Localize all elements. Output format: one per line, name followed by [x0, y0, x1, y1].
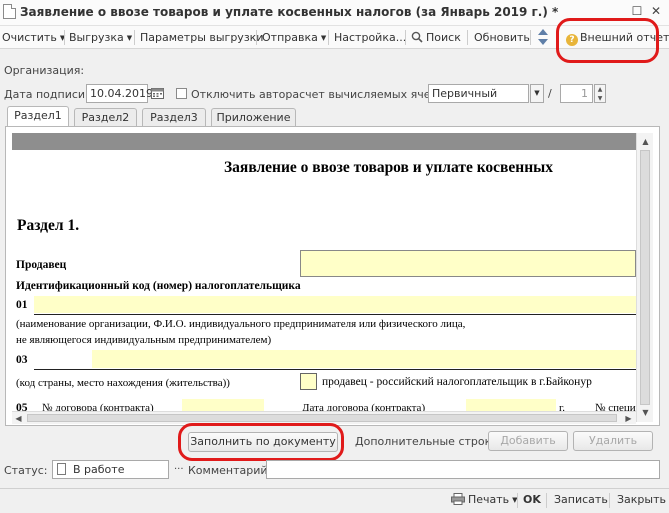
sheet-header-band [12, 133, 636, 150]
baikonur-checkbox[interactable] [300, 373, 317, 390]
sign-date-label: Дата подписи: [4, 88, 89, 101]
row-01-note-2: не являющегося индивидуальным предприним… [16, 334, 272, 346]
additional-rows-label: Дополнительные строки: [355, 435, 503, 448]
status-field[interactable]: В работе [52, 460, 169, 479]
scroll-up-icon: ▲ [642, 137, 649, 146]
record-button[interactable]: Записать [554, 491, 608, 508]
sheet-heading: Заявление о ввозе товаров и уплате косве… [224, 159, 554, 176]
number-stepper[interactable]: ▲ ▼ [594, 84, 606, 103]
document-icon [3, 4, 16, 19]
disable-autocalc-checkbox[interactable] [176, 88, 187, 99]
sort-button[interactable] [537, 28, 549, 45]
row-01-label: 01 [16, 299, 28, 311]
add-row-button[interactable]: Добавить [488, 431, 568, 451]
settings-button[interactable]: Настройка... [334, 29, 406, 46]
export-params-button[interactable]: Параметры выгрузки [140, 29, 263, 46]
seller-label: Продавец [16, 259, 67, 271]
seller-field[interactable] [300, 250, 636, 277]
clear-button[interactable]: Очистить ▼ [2, 29, 65, 46]
highlight-external-report [556, 18, 659, 63]
printer-icon [451, 493, 465, 505]
baikonur-label: продавец - российский налогоплательщик в… [322, 376, 592, 388]
row-03-field[interactable] [92, 350, 636, 368]
send-button[interactable]: Отправка ▼ [262, 29, 326, 46]
refresh-button[interactable]: Обновить [474, 29, 530, 46]
tab-section1[interactable]: Раздел1 [7, 106, 69, 127]
inn-label: Идентификационный код (номер) налогоплат… [16, 280, 301, 292]
search-icon [411, 31, 423, 43]
export-button[interactable]: Выгрузка ▼ [69, 29, 132, 46]
delete-row-button[interactable]: Удалить [573, 431, 653, 451]
close-button[interactable]: Закрыть [617, 491, 666, 508]
status-label: Статус: [4, 464, 48, 477]
tab-section2[interactable]: Раздел2 [74, 108, 137, 126]
scroll-right-icon: ▶ [625, 414, 632, 423]
disable-autocalc-label: Отключить авторасчет вычисляемых ячеек [191, 88, 444, 101]
tab-section3[interactable]: Раздел3 [142, 108, 206, 126]
comment-field[interactable] [266, 460, 660, 479]
row-03-label: 03 [16, 354, 28, 366]
window-title: Заявление о ввозе товаров и уплате косве… [20, 5, 559, 19]
row-01-field[interactable] [34, 296, 636, 313]
organization-label: Организация: [4, 64, 85, 77]
spreadsheet[interactable]: Заявление о ввозе товаров и уплате косве… [12, 133, 636, 423]
search-button[interactable]: Поиск [411, 29, 461, 46]
sign-date-field[interactable]: 10.04.2019 [86, 84, 153, 103]
comment-label: Комментарий: [188, 464, 272, 477]
row-01-note-1: (наименование организации, Ф.И.О. индиви… [16, 318, 466, 330]
maximize-icon[interactable]: ☐ [630, 4, 644, 18]
print-button[interactable]: Печать ▼ [451, 491, 518, 508]
up-down-arrows-icon [538, 29, 548, 45]
row-03-note: (код страны, место нахождения (жительств… [16, 377, 230, 389]
vertical-scrollbar[interactable]: ▲ ▼ [636, 133, 653, 422]
ellipsis-button[interactable]: ... [174, 461, 184, 472]
slash-separator: / [548, 87, 552, 100]
scroll-thumb [640, 150, 650, 405]
tab-appendix[interactable]: Приложение [211, 108, 296, 126]
chevron-down-icon: ▼ [320, 34, 327, 42]
ok-button[interactable]: OK [523, 491, 541, 508]
calendar-icon[interactable] [151, 87, 164, 99]
section-title: Раздел 1. [17, 217, 80, 234]
document-status-icon [57, 463, 66, 475]
close-icon[interactable]: ✕ [649, 4, 663, 18]
scroll-down-icon: ▼ [642, 408, 649, 417]
chevron-down-icon[interactable]: ▼ [530, 84, 544, 103]
chevron-down-icon: ▼ [126, 34, 133, 42]
correction-number-field[interactable]: 1 [560, 84, 593, 103]
scroll-left-icon: ◀ [15, 414, 22, 423]
report-kind-select[interactable]: Первичный [428, 84, 529, 103]
hscroll-thumb [27, 414, 617, 422]
highlight-fill-button [178, 423, 344, 461]
